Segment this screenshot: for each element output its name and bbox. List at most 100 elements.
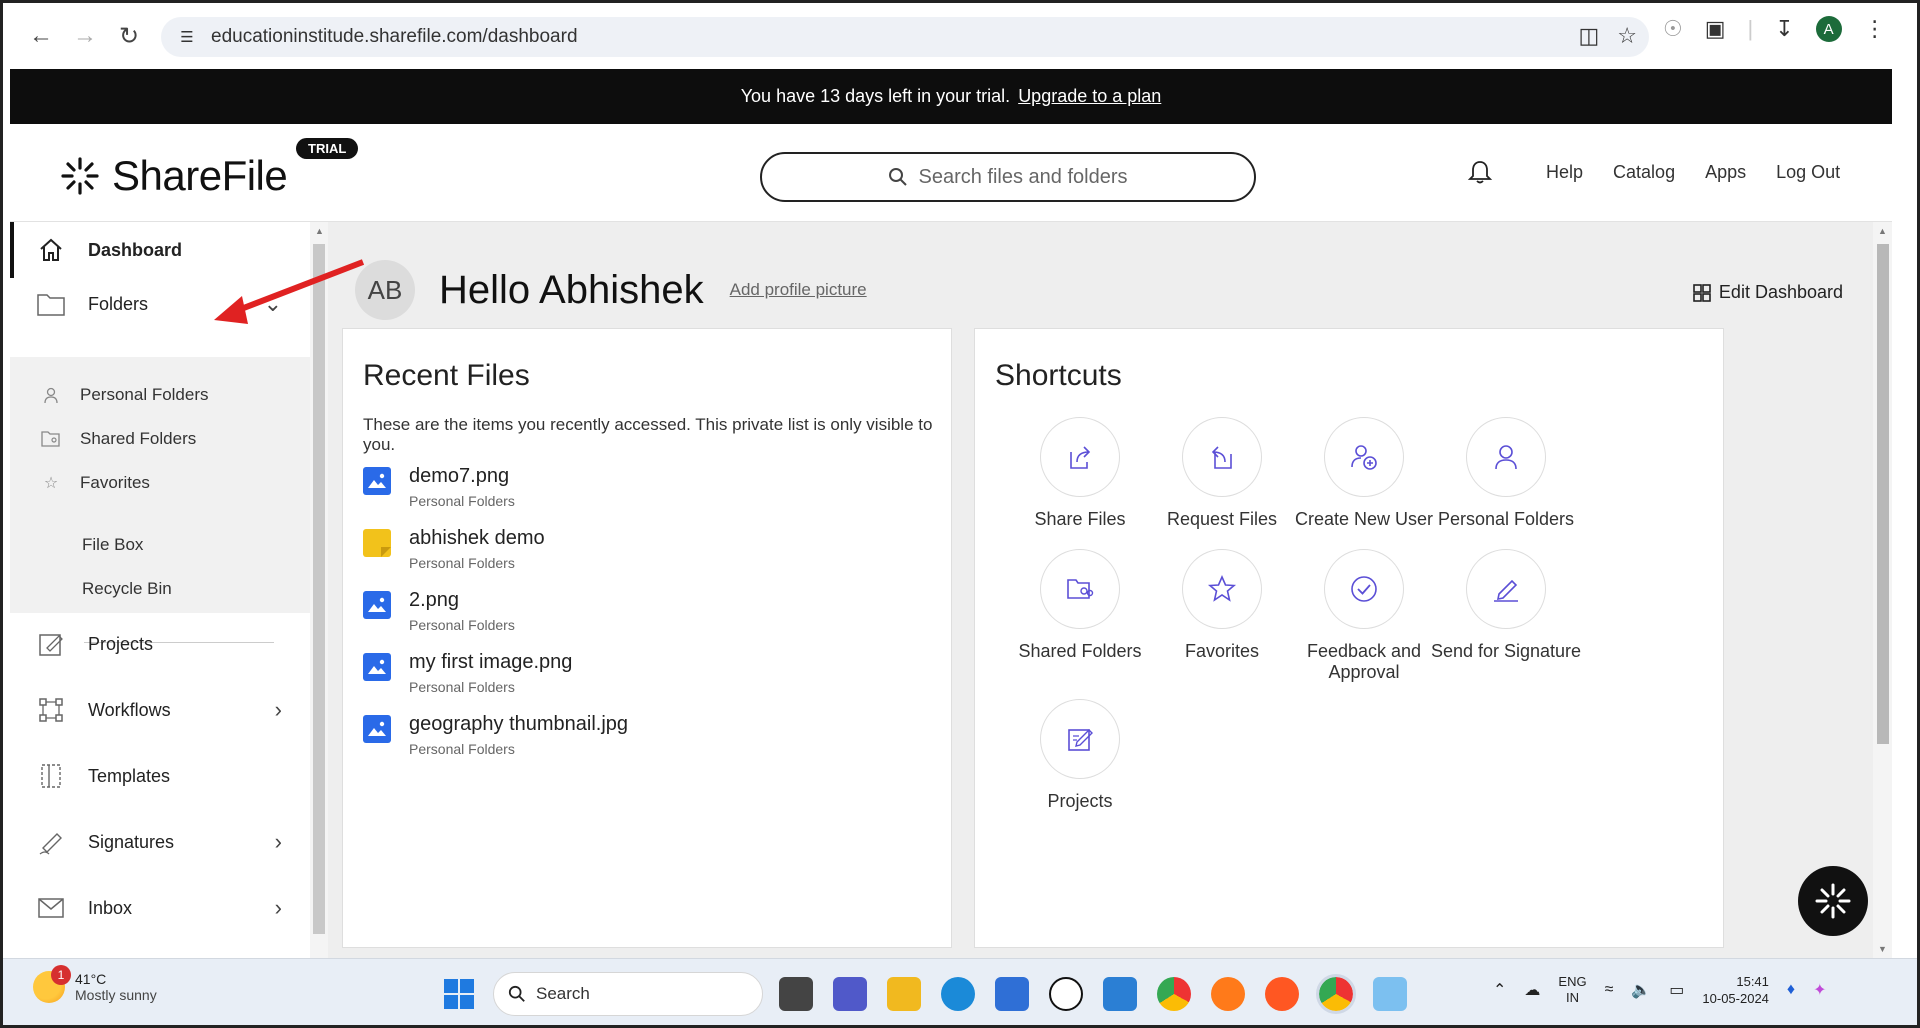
clock-date: 10-05-2024 bbox=[1702, 991, 1769, 1006]
edit-dashboard-button[interactable]: Edit Dashboard bbox=[1693, 282, 1843, 303]
recent-file-row[interactable]: abhishek demo Personal Folders bbox=[363, 525, 923, 581]
share-icon bbox=[1040, 417, 1120, 497]
install-app-icon[interactable]: ◫ bbox=[1578, 23, 1599, 49]
task-view-icon[interactable] bbox=[779, 977, 813, 1011]
upgrade-link[interactable]: Upgrade to a plan bbox=[1018, 86, 1161, 107]
chevron-up-icon[interactable]: ⌃ bbox=[1493, 980, 1506, 1000]
bookmark-star-icon[interactable]: ☆ bbox=[1617, 23, 1637, 49]
recent-file-row[interactable]: 2.png Personal Folders bbox=[363, 587, 923, 643]
help-link[interactable]: Help bbox=[1546, 162, 1583, 183]
apps-link[interactable]: Apps bbox=[1705, 162, 1746, 183]
chrome-icon[interactable] bbox=[1157, 977, 1191, 1011]
sharefile-logo[interactable]: ShareFile bbox=[60, 152, 288, 200]
windows-start-icon[interactable] bbox=[444, 979, 474, 1009]
sidebar-item-personal-folders[interactable]: Personal Folders bbox=[38, 377, 209, 413]
sidebar-item-shared-folders[interactable]: Shared Folders bbox=[38, 421, 196, 457]
paint-icon[interactable] bbox=[1373, 977, 1407, 1011]
reload-icon[interactable]: ↻ bbox=[107, 14, 151, 58]
sidebar-item-label: Workflows bbox=[88, 699, 171, 720]
logo-text: ShareFile bbox=[112, 152, 288, 199]
copilot-icon[interactable]: ✦ bbox=[1813, 980, 1826, 1000]
file-name[interactable]: my first image.png bbox=[409, 651, 572, 674]
windows-taskbar: 1 41°C Mostly sunny Search ⌃ ☁ ENG IN ≈ … bbox=[3, 958, 1917, 1025]
forward-arrow-icon[interactable]: → bbox=[63, 14, 107, 58]
back-arrow-icon[interactable]: ← bbox=[19, 14, 63, 58]
scroll-up-arrow-icon[interactable]: ▲ bbox=[1878, 226, 1887, 236]
sidebar-item-templates[interactable]: Templates bbox=[10, 748, 310, 804]
trial-badge: TRIAL bbox=[296, 138, 359, 159]
compass-app-icon[interactable] bbox=[1265, 977, 1299, 1011]
sidebar-item-signatures[interactable]: Signatures › bbox=[10, 814, 310, 870]
chevron-right-icon[interactable]: › bbox=[275, 829, 282, 855]
catalog-link[interactable]: Catalog bbox=[1613, 162, 1675, 183]
scroll-down-arrow-icon[interactable]: ▼ bbox=[1878, 944, 1887, 954]
sidebar-item-recycle-bin[interactable]: Recycle Bin bbox=[82, 571, 172, 607]
battery-icon[interactable]: ▭ bbox=[1669, 980, 1684, 1000]
site-settings-icon[interactable]: ☰ bbox=[173, 23, 201, 51]
notification-bell-icon[interactable]: ♦ bbox=[1787, 981, 1795, 999]
sun-icon: 1 bbox=[33, 965, 71, 1003]
language-indicator[interactable]: ENG IN bbox=[1558, 974, 1586, 1006]
search-input[interactable]: Search files and folders bbox=[760, 152, 1256, 202]
sidebar-item-favorites[interactable]: ☆ Favorites bbox=[38, 465, 150, 501]
shortcut-personal-folders[interactable]: Personal Folders bbox=[1421, 417, 1591, 530]
sidebar-item-label: Dashboard bbox=[88, 239, 183, 260]
logout-link[interactable]: Log Out bbox=[1776, 162, 1840, 183]
main-scrollbar[interactable]: ▲ ▼ bbox=[1873, 222, 1892, 958]
shortcuts-card: Shortcuts Share Files Request Files Crea… bbox=[974, 328, 1724, 948]
scrollbar-thumb[interactable] bbox=[1877, 244, 1889, 744]
person-icon bbox=[38, 382, 64, 408]
dell-icon[interactable] bbox=[1049, 977, 1083, 1011]
sidebar-item-projects[interactable]: Projects bbox=[10, 616, 310, 672]
sidebar-item-label: Projects bbox=[88, 633, 154, 654]
vscode-icon[interactable] bbox=[1103, 977, 1137, 1011]
chevron-right-icon[interactable]: › bbox=[275, 895, 282, 921]
extensions-puzzle-icon[interactable]: ▣ bbox=[1705, 16, 1726, 42]
chrome-profile-icon[interactable] bbox=[1316, 974, 1356, 1014]
profile-avatar[interactable]: A bbox=[1815, 16, 1842, 42]
file-name[interactable]: geography thumbnail.jpg bbox=[409, 713, 628, 736]
file-explorer-icon[interactable] bbox=[887, 977, 921, 1011]
extension-compass-icon[interactable]: ☉ bbox=[1663, 16, 1683, 42]
taskbar-search[interactable]: Search bbox=[493, 972, 763, 1016]
shortcut-send-for-signature[interactable]: Send for Signature bbox=[1421, 549, 1591, 662]
scroll-up-arrow-icon[interactable]: ▲ bbox=[315, 226, 324, 236]
weather-widget[interactable]: 1 41°C Mostly sunny bbox=[33, 965, 157, 1003]
recent-file-row[interactable]: geography thumbnail.jpg Personal Folders bbox=[363, 711, 923, 767]
recent-file-row[interactable]: demo7.png Personal Folders bbox=[363, 463, 923, 519]
file-name[interactable]: abhishek demo bbox=[409, 527, 545, 550]
downloads-icon[interactable]: ↧ bbox=[1775, 16, 1793, 42]
clock[interactable]: 15:41 10-05-2024 bbox=[1702, 973, 1769, 1007]
search-placeholder: Search files and folders bbox=[918, 165, 1128, 188]
file-name[interactable]: 2.png bbox=[409, 589, 459, 612]
onedrive-icon[interactable]: ☁ bbox=[1524, 980, 1540, 1000]
address-bar[interactable]: ☰ educationinstitude.sharefile.com/dashb… bbox=[161, 17, 1649, 57]
recent-file-row[interactable]: my first image.png Personal Folders bbox=[363, 649, 923, 705]
pen-icon bbox=[1466, 549, 1546, 629]
templates-icon bbox=[34, 759, 68, 793]
notification-bell-icon[interactable] bbox=[1466, 158, 1494, 186]
sidebar-item-workflows[interactable]: Workflows › bbox=[10, 682, 310, 738]
chevron-right-icon[interactable]: › bbox=[275, 697, 282, 723]
star-icon bbox=[1182, 549, 1262, 629]
shortcut-projects[interactable]: Projects bbox=[995, 699, 1165, 812]
sidebar-item-file-box[interactable]: File Box bbox=[82, 527, 143, 563]
taskbar-search-label: Search bbox=[536, 984, 590, 1003]
image-file-icon bbox=[363, 591, 391, 619]
volume-icon[interactable]: 🔈 bbox=[1631, 980, 1651, 1000]
add-profile-picture-link[interactable]: Add profile picture bbox=[730, 280, 867, 300]
store-icon[interactable] bbox=[995, 977, 1029, 1011]
file-name[interactable]: demo7.png bbox=[409, 465, 509, 488]
firefox-icon[interactable] bbox=[1211, 977, 1245, 1011]
browser-menu-icon[interactable]: ⋮ bbox=[1864, 16, 1886, 42]
sub-item-label: Favorites bbox=[80, 473, 150, 492]
sidebar-item-inbox[interactable]: Inbox › bbox=[10, 880, 310, 936]
file-location: Personal Folders bbox=[409, 617, 515, 633]
sharefile-assistant-button[interactable] bbox=[1798, 866, 1868, 936]
edge-icon[interactable] bbox=[941, 977, 975, 1011]
teams-icon[interactable] bbox=[833, 977, 867, 1011]
recent-files-title: Recent Files bbox=[363, 359, 530, 392]
image-file-icon bbox=[363, 653, 391, 681]
shortcut-label: Projects bbox=[1047, 791, 1113, 811]
wifi-icon[interactable]: ≈ bbox=[1605, 981, 1614, 999]
